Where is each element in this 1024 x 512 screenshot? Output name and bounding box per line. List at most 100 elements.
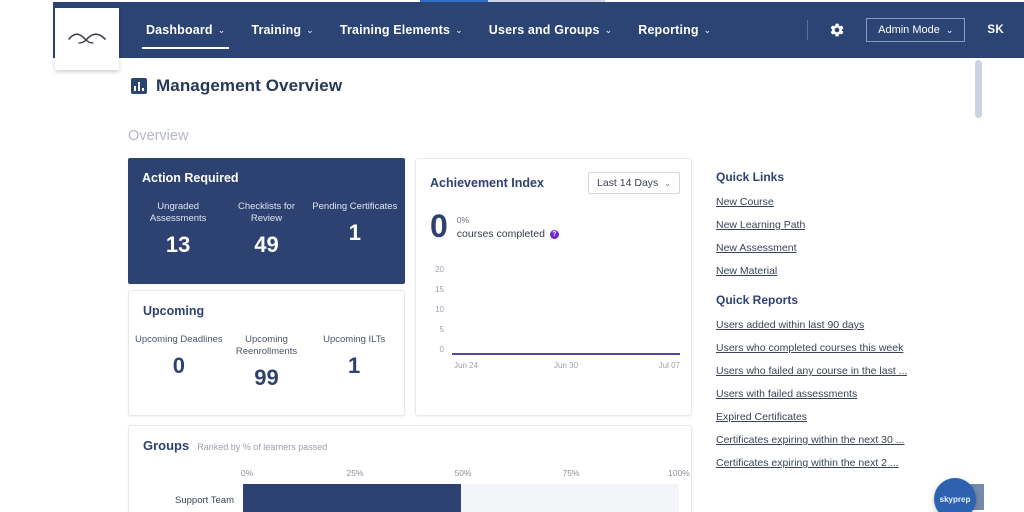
nav-item-reporting[interactable]: Reporting ⌄ — [625, 2, 724, 58]
chevron-down-icon: ⌄ — [217, 24, 226, 35]
action-required-stats: Ungraded Assessments 13 Checklists for R… — [128, 185, 405, 258]
stat-value: 49 — [254, 232, 279, 257]
x-tick-label: 25% — [346, 468, 364, 478]
page-title-text: Management Overview — [156, 76, 343, 95]
stat-label: Pending Certificates — [312, 201, 398, 212]
upcoming-card: Upcoming Upcoming Deadlines 0 Upcoming R… — [128, 290, 405, 416]
right-gutter — [982, 58, 1024, 512]
achievement-index-kpi: 0 0% courses completed ? — [416, 194, 691, 244]
chevron-down-icon: ⌄ — [664, 178, 671, 188]
groups-header: Groups Ranked by % of learners passed — [129, 426, 691, 453]
action-required-title: Action Required — [142, 171, 239, 185]
date-range-label: Last 14 Days — [597, 177, 659, 189]
stat-upcoming-deadlines[interactable]: Upcoming Deadlines 0 — [135, 334, 223, 391]
x-tick-label: Jun 24 — [454, 361, 479, 370]
bar-chart-icon — [131, 78, 147, 94]
quick-links-title: Quick Links — [716, 170, 785, 184]
quick-report-users-added-90-days[interactable]: Users added within last 90 days — [716, 319, 907, 331]
top-navigation-bar: Dashboard ⌄ Training ⌄ Training Elements… — [53, 2, 1024, 58]
quick-links-panel: Quick Links New Course New Learning Path… — [716, 170, 805, 288]
x-tick-label: Jun 30 — [554, 361, 579, 370]
vertical-scrollbar-track[interactable] — [975, 58, 982, 512]
stat-value: 13 — [165, 232, 191, 257]
stat-label: Ungraded Assessments — [149, 201, 207, 224]
quick-report-failed-assessments[interactable]: Users with failed assessments — [716, 388, 907, 400]
kpi-percent: 0% — [456, 215, 470, 225]
nav-item-training-elements[interactable]: Training Elements ⌄ — [327, 2, 476, 58]
bird-logo-icon — [68, 33, 106, 44]
x-tick-label: 50% — [454, 468, 472, 478]
kpi-value: 0 — [430, 208, 448, 244]
achievement-index-header: Achievement Index Last 14 Days ⌄ — [416, 159, 691, 194]
quick-reports-title: Quick Reports — [716, 293, 799, 307]
stat-value: 1 — [348, 353, 361, 378]
achievement-index-chart: 20 15 10 5 0 Jun 24 Jun 30 Jul 07 — [430, 265, 680, 382]
y-tick-label: 0 — [439, 345, 444, 354]
nav-item-training-label: Training — [251, 23, 302, 37]
nav-item-dashboard[interactable]: Dashboard ⌄ — [133, 2, 238, 58]
quick-report-certs-expiring-2[interactable]: Certificates expiring within the next 2 … — [716, 457, 907, 469]
nav-item-users-and-groups-label: Users and Groups — [488, 23, 600, 37]
x-tick-label: 0% — [240, 468, 254, 478]
stat-upcoming-reenrollments[interactable]: Upcoming Reenrollments 99 — [223, 334, 311, 391]
app-root: Dashboard ⌄ Training ⌄ Training Elements… — [0, 0, 1024, 512]
x-tick-label: Jul 07 — [658, 361, 680, 370]
nav-right-controls: Admin Mode ⌄ SK — [807, 2, 1010, 58]
chevron-down-icon: ⌄ — [604, 24, 613, 35]
quick-reports-panel: Quick Reports Users added within last 90… — [716, 293, 907, 480]
chat-icon: skyprep — [939, 494, 971, 504]
admin-mode-label: Admin Mode — [878, 24, 940, 36]
kpi-subtitle-text: courses completed — [456, 228, 545, 240]
quick-link-new-course[interactable]: New Course — [716, 196, 805, 208]
groups-card: Groups Ranked by % of learners passed 0%… — [128, 425, 692, 512]
stat-label: Upcoming Reenrollments — [235, 334, 298, 357]
date-range-dropdown[interactable]: Last 14 Days ⌄ — [588, 172, 680, 194]
y-tick-label: 10 — [435, 305, 444, 314]
stat-ungraded-assessments[interactable]: Ungraded Assessments 13 — [134, 201, 222, 258]
chevron-down-icon: ⌄ — [703, 24, 712, 35]
settings-button[interactable] — [826, 19, 848, 41]
y-tick-label: 5 — [439, 325, 444, 334]
quick-report-expired-certificates[interactable]: Expired Certificates — [716, 411, 907, 423]
chat-support-button[interactable]: skyprep — [934, 478, 976, 512]
quick-link-new-assessment[interactable]: New Assessment — [716, 242, 805, 254]
groups-bar-label: Support Team — [175, 495, 234, 506]
stat-value: 1 — [348, 220, 361, 245]
stat-label: Upcoming ILTs — [323, 334, 386, 345]
series-line-courses-completed — [452, 353, 680, 355]
section-label-overview: Overview — [128, 128, 189, 144]
action-required-card: Action Required Ungraded Assessments 13 … — [128, 158, 405, 284]
kpi-subtitle: courses completed ? — [457, 228, 559, 240]
groups-bar-row[interactable]: Support Team — [143, 484, 679, 512]
chevron-down-icon: ⌄ — [306, 24, 314, 35]
nav-divider — [807, 20, 809, 40]
brand-logo[interactable] — [55, 8, 119, 70]
groups-bar-fill — [243, 484, 461, 512]
quick-link-new-learning-path[interactable]: New Learning Path — [716, 219, 805, 231]
y-tick-label: 20 — [435, 265, 444, 274]
quick-report-completed-this-week[interactable]: Users who completed courses this week — [716, 342, 907, 354]
nav-item-users-and-groups[interactable]: Users and Groups ⌄ — [476, 2, 625, 58]
stat-pending-certificates[interactable]: Pending Certificates 1 — [311, 201, 399, 258]
nav-menu: Dashboard ⌄ Training ⌄ Training Elements… — [133, 2, 724, 58]
quick-report-certs-expiring-30[interactable]: Certificates expiring within the next 30… — [716, 434, 907, 446]
stat-checklists-for-review[interactable]: Checklists for Review 49 — [222, 201, 310, 258]
groups-x-axis: 0% 25% 50% 75% 100% — [241, 468, 690, 482]
page-title: Management Overview — [131, 76, 342, 96]
admin-mode-dropdown[interactable]: Admin Mode ⌄ — [866, 18, 966, 42]
x-tick-label: 75% — [562, 468, 580, 478]
help-icon[interactable]: ? — [549, 229, 559, 239]
stat-upcoming-ilts[interactable]: Upcoming ILTs 1 — [310, 334, 398, 391]
stat-label: Upcoming Deadlines — [135, 334, 223, 345]
vertical-scrollbar-thumb[interactable] — [975, 60, 982, 118]
y-tick-label: 15 — [435, 285, 444, 294]
groups-subtitle: Ranked by % of learners passed — [197, 442, 328, 452]
kpi-text: 0% courses completed ? — [457, 211, 559, 240]
nav-item-dashboard-label: Dashboard — [146, 23, 213, 37]
quick-report-failed-any-course[interactable]: Users who failed any course in the last … — [716, 365, 907, 377]
upcoming-stats: Upcoming Deadlines 0 Upcoming Reenrollme… — [129, 318, 404, 391]
chevron-down-icon: ⌄ — [455, 24, 463, 35]
quick-link-new-material[interactable]: New Material — [716, 265, 805, 277]
avatar[interactable]: SK — [987, 24, 1004, 36]
nav-item-training[interactable]: Training ⌄ — [238, 2, 327, 58]
